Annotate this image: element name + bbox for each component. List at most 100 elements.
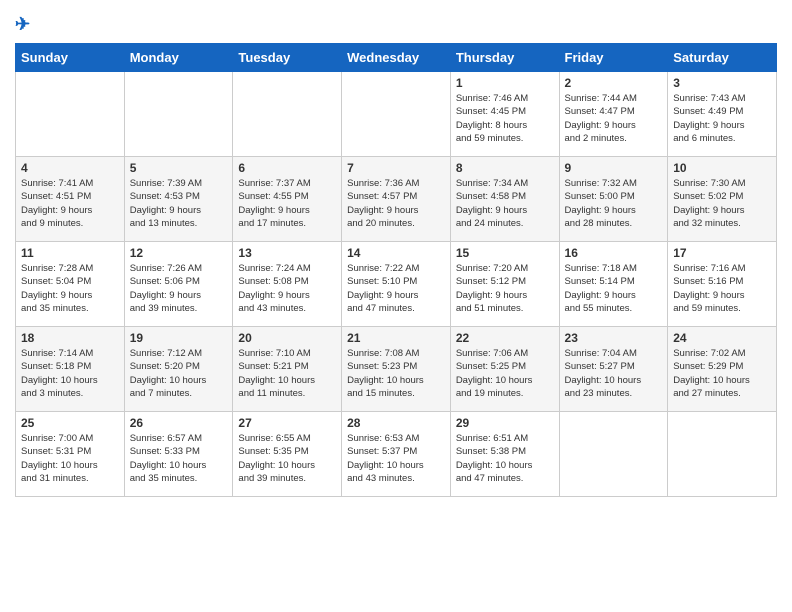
day-number: 14 (347, 246, 445, 260)
day-number: 13 (238, 246, 336, 260)
day-number: 17 (673, 246, 771, 260)
calendar-cell: 2 Sunrise: 7:44 AM Sunset: 4:47 PM Daylig… (559, 72, 668, 157)
calendar-cell: 26Sunrise: 6:57 AM Sunset: 5:33 PM Dayli… (124, 412, 233, 497)
calendar-cell: 12 Sunrise: 7:26 AM Sunset: 5:06 PM Dayli… (124, 242, 233, 327)
calendar-cell: 1 Sunrise: 7:46 AM Sunset: 4:45 PM Daylig… (450, 72, 559, 157)
day-info: Sunrise: 7:34 AM Sunset: 4:58 PM Dayligh… (456, 177, 554, 230)
calendar-cell (124, 72, 233, 157)
day-info: Sunrise: 7:16 AM Sunset: 5:16 PM Dayligh… (673, 262, 771, 315)
day-header-wednesday: Wednesday (342, 44, 451, 72)
day-info: Sunrise: 7:08 AM Sunset: 5:23 PM Dayligh… (347, 347, 445, 400)
day-info: Sunrise: 6:51 AM Sunset: 5:38 PM Dayligh… (456, 432, 554, 485)
day-info: Sunrise: 7:28 AM Sunset: 5:04 PM Dayligh… (21, 262, 119, 315)
calendar-cell: 6 Sunrise: 7:37 AM Sunset: 4:55 PM Daylig… (233, 157, 342, 242)
day-number: 24 (673, 331, 771, 345)
week-row-2: 4 Sunrise: 7:41 AM Sunset: 4:51 PM Daylig… (16, 157, 777, 242)
calendar-table: SundayMondayTuesdayWednesdayThursdayFrid… (15, 43, 777, 497)
day-number: 7 (347, 161, 445, 175)
calendar-cell (559, 412, 668, 497)
day-number: 21 (347, 331, 445, 345)
calendar-cell: 9 Sunrise: 7:32 AM Sunset: 5:00 PM Daylig… (559, 157, 668, 242)
calendar-cell: 23 Sunrise: 7:04 AM Sunset: 5:27 PM Dayli… (559, 327, 668, 412)
day-info: Sunrise: 7:26 AM Sunset: 5:06 PM Dayligh… (130, 262, 228, 315)
day-header-sunday: Sunday (16, 44, 125, 72)
day-number: 6 (238, 161, 336, 175)
calendar-cell: 3 Sunrise: 7:43 AM Sunset: 4:49 PM Daylig… (668, 72, 777, 157)
calendar-cell: 28Sunrise: 6:53 AM Sunset: 5:37 PM Dayli… (342, 412, 451, 497)
day-number: 3 (673, 76, 771, 90)
day-info: Sunrise: 7:12 AM Sunset: 5:20 PM Dayligh… (130, 347, 228, 400)
day-number: 2 (565, 76, 663, 90)
day-info: Sunrise: 7:06 AM Sunset: 5:25 PM Dayligh… (456, 347, 554, 400)
calendar-cell (668, 412, 777, 497)
day-number: 20 (238, 331, 336, 345)
day-info: Sunrise: 7:04 AM Sunset: 5:27 PM Dayligh… (565, 347, 663, 400)
calendar-cell: 27 Sunrise: 6:55 AM Sunset: 5:35 PM Dayli… (233, 412, 342, 497)
calendar-cell: 14 Sunrise: 7:22 AM Sunset: 5:10 PM Dayli… (342, 242, 451, 327)
day-number: 25 (21, 416, 119, 430)
calendar-cell: 8 Sunrise: 7:34 AM Sunset: 4:58 PM Daylig… (450, 157, 559, 242)
day-number: 16 (565, 246, 663, 260)
calendar-cell: 25 Sunrise: 7:00 AM Sunset: 5:31 PM Dayli… (16, 412, 125, 497)
day-info: Sunrise: 7:43 AM Sunset: 4:49 PM Dayligh… (673, 92, 771, 145)
day-header-thursday: Thursday (450, 44, 559, 72)
day-number: 5 (130, 161, 228, 175)
calendar-cell: 20 Sunrise: 7:10 AM Sunset: 5:21 PM Dayli… (233, 327, 342, 412)
calendar-cell: 16 Sunrise: 7:18 AM Sunset: 5:14 PM Dayli… (559, 242, 668, 327)
logo-bird-icon: ✈ (15, 14, 30, 34)
calendar-cell: 19Sunrise: 7:12 AM Sunset: 5:20 PM Dayli… (124, 327, 233, 412)
day-number: 9 (565, 161, 663, 175)
header: ✈ (15, 10, 777, 35)
day-info: Sunrise: 7:02 AM Sunset: 5:29 PM Dayligh… (673, 347, 771, 400)
calendar-cell: 29Sunrise: 6:51 AM Sunset: 5:38 PM Dayli… (450, 412, 559, 497)
day-info: Sunrise: 7:32 AM Sunset: 5:00 PM Dayligh… (565, 177, 663, 230)
calendar-cell: 13 Sunrise: 7:24 AM Sunset: 5:08 PM Dayli… (233, 242, 342, 327)
calendar-cell: 24 Sunrise: 7:02 AM Sunset: 5:29 PM Dayli… (668, 327, 777, 412)
calendar-cell: 15 Sunrise: 7:20 AM Sunset: 5:12 PM Dayli… (450, 242, 559, 327)
calendar-cell: 5Sunrise: 7:39 AM Sunset: 4:53 PM Daylig… (124, 157, 233, 242)
day-info: Sunrise: 7:18 AM Sunset: 5:14 PM Dayligh… (565, 262, 663, 315)
day-info: Sunrise: 7:37 AM Sunset: 4:55 PM Dayligh… (238, 177, 336, 230)
day-number: 10 (673, 161, 771, 175)
day-info: Sunrise: 6:53 AM Sunset: 5:37 PM Dayligh… (347, 432, 445, 485)
day-info: Sunrise: 7:44 AM Sunset: 4:47 PM Dayligh… (565, 92, 663, 145)
day-info: Sunrise: 7:14 AM Sunset: 5:18 PM Dayligh… (21, 347, 119, 400)
day-number: 4 (21, 161, 119, 175)
day-info: Sunrise: 7:30 AM Sunset: 5:02 PM Dayligh… (673, 177, 771, 230)
calendar-cell: 4 Sunrise: 7:41 AM Sunset: 4:51 PM Daylig… (16, 157, 125, 242)
week-row-3: 11Sunrise: 7:28 AM Sunset: 5:04 PM Dayli… (16, 242, 777, 327)
day-number: 12 (130, 246, 228, 260)
calendar-cell: 7 Sunrise: 7:36 AM Sunset: 4:57 PM Daylig… (342, 157, 451, 242)
day-info: Sunrise: 7:24 AM Sunset: 5:08 PM Dayligh… (238, 262, 336, 315)
day-number: 26 (130, 416, 228, 430)
day-info: Sunrise: 7:41 AM Sunset: 4:51 PM Dayligh… (21, 177, 119, 230)
calendar-cell: 10 Sunrise: 7:30 AM Sunset: 5:02 PM Dayli… (668, 157, 777, 242)
week-row-4: 18 Sunrise: 7:14 AM Sunset: 5:18 PM Dayli… (16, 327, 777, 412)
day-number: 1 (456, 76, 554, 90)
day-info: Sunrise: 7:10 AM Sunset: 5:21 PM Dayligh… (238, 347, 336, 400)
day-info: Sunrise: 6:55 AM Sunset: 5:35 PM Dayligh… (238, 432, 336, 485)
calendar-cell (16, 72, 125, 157)
day-number: 22 (456, 331, 554, 345)
day-info: Sunrise: 7:22 AM Sunset: 5:10 PM Dayligh… (347, 262, 445, 315)
day-number: 23 (565, 331, 663, 345)
logo: ✈ (15, 10, 30, 35)
day-header-friday: Friday (559, 44, 668, 72)
day-info: Sunrise: 7:20 AM Sunset: 5:12 PM Dayligh… (456, 262, 554, 315)
calendar-cell (342, 72, 451, 157)
day-number: 27 (238, 416, 336, 430)
day-info: Sunrise: 7:46 AM Sunset: 4:45 PM Dayligh… (456, 92, 554, 145)
days-header-row: SundayMondayTuesdayWednesdayThursdayFrid… (16, 44, 777, 72)
calendar-cell: 17 Sunrise: 7:16 AM Sunset: 5:16 PM Dayli… (668, 242, 777, 327)
calendar-cell: 22 Sunrise: 7:06 AM Sunset: 5:25 PM Dayli… (450, 327, 559, 412)
day-info: Sunrise: 7:00 AM Sunset: 5:31 PM Dayligh… (21, 432, 119, 485)
day-info: Sunrise: 7:36 AM Sunset: 4:57 PM Dayligh… (347, 177, 445, 230)
day-number: 15 (456, 246, 554, 260)
calendar-cell: 21 Sunrise: 7:08 AM Sunset: 5:23 PM Dayli… (342, 327, 451, 412)
week-row-5: 25 Sunrise: 7:00 AM Sunset: 5:31 PM Dayli… (16, 412, 777, 497)
day-number: 18 (21, 331, 119, 345)
day-header-tuesday: Tuesday (233, 44, 342, 72)
week-row-1: 1 Sunrise: 7:46 AM Sunset: 4:45 PM Daylig… (16, 72, 777, 157)
day-header-saturday: Saturday (668, 44, 777, 72)
day-number: 8 (456, 161, 554, 175)
